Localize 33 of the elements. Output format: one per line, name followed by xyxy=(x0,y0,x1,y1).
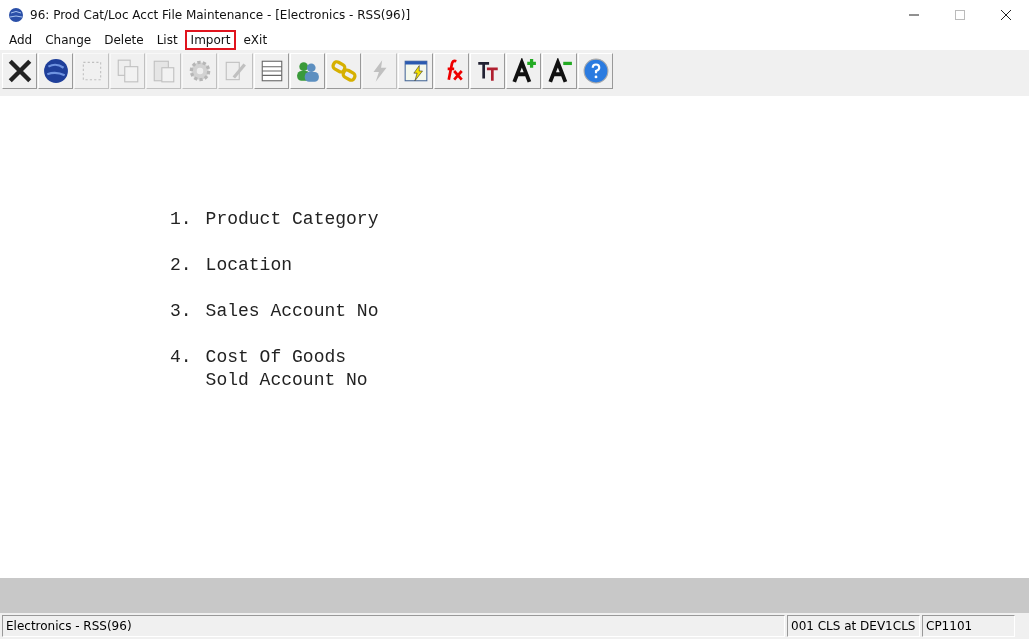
menu-item[interactable]: Import xyxy=(184,30,237,50)
toolbar-button[interactable] xyxy=(470,53,505,89)
status-panel: CP1101 xyxy=(922,615,1015,637)
field-number: 4. xyxy=(170,346,192,369)
menu-item[interactable]: Add xyxy=(3,30,39,50)
field-label: Location xyxy=(205,254,293,277)
menu-item[interactable]: Change xyxy=(39,30,98,50)
window-lightning-icon xyxy=(402,58,429,84)
status-panel: 001 CLS at DEV1CLS xyxy=(787,615,920,637)
field-label: Cost Of Goods xyxy=(205,346,348,369)
globe-app-icon xyxy=(8,7,24,23)
help-icon xyxy=(582,58,609,84)
font-decrease-icon xyxy=(546,58,573,84)
toolbar-button[interactable] xyxy=(38,53,73,89)
field-number: 1. xyxy=(170,208,192,231)
toolbar-button[interactable] xyxy=(506,53,541,89)
x-icon xyxy=(6,58,33,84)
field-label: Sales Account No xyxy=(205,300,379,323)
menu-item[interactable]: List xyxy=(150,30,184,50)
menu-item[interactable]: Delete xyxy=(98,30,150,50)
globe-icon xyxy=(42,58,69,84)
field-number: 2. xyxy=(170,254,192,277)
status-panel: Electronics - RSS(96) xyxy=(2,615,785,637)
toolbar-button[interactable] xyxy=(2,53,37,89)
menu-item[interactable]: eXit xyxy=(237,30,274,50)
chain-icon xyxy=(330,58,357,84)
toolbar-button[interactable] xyxy=(398,53,433,89)
toolbar-button[interactable] xyxy=(542,53,577,89)
field-label: Sold Account No xyxy=(205,369,368,392)
window-title: 96: Prod Cat/Loc Acct File Maintenance - [Electronics - RSS(96)] xyxy=(30,8,411,22)
field-label: Product Category xyxy=(205,208,379,231)
field-number: 3. xyxy=(170,300,192,323)
font-increase-icon xyxy=(510,58,537,84)
